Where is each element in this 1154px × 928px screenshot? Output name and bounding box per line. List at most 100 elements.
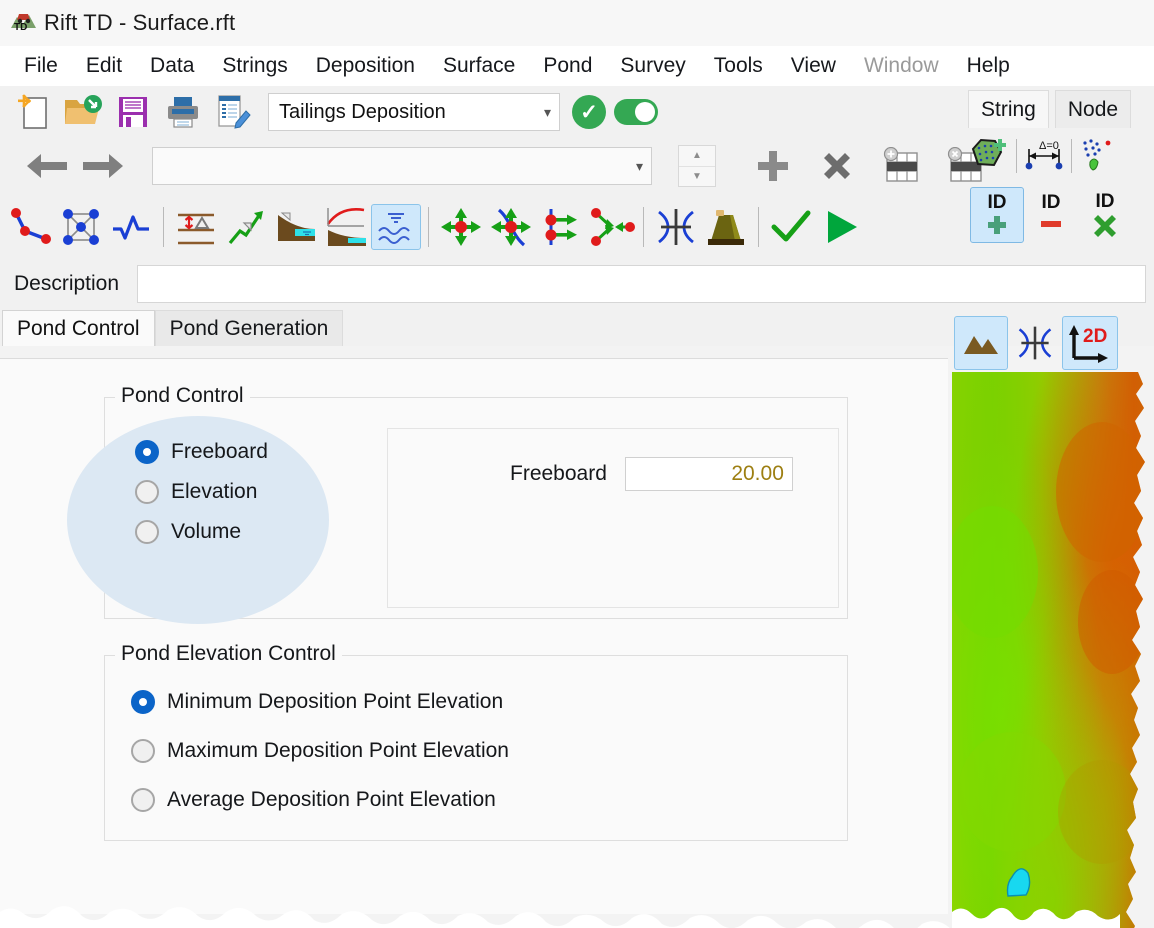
radio-avg-deposition-label: Average Deposition Point Elevation (167, 788, 496, 811)
scatter-points-icon (1083, 139, 1111, 171)
radio-min-deposition-label: Minimum Deposition Point Elevation (167, 690, 504, 713)
toolbar-separator (428, 207, 429, 247)
polygon-add-icon (971, 138, 1006, 167)
menu-strings[interactable]: Strings (208, 52, 301, 80)
profile-tool[interactable] (106, 204, 156, 250)
radio-elevation-label: Elevation (171, 480, 258, 503)
accept-button[interactable] (766, 204, 816, 250)
menu-pond[interactable]: Pond (529, 52, 606, 80)
stepper-up[interactable]: ▲ (679, 146, 715, 167)
radio-avg-deposition[interactable]: Average Deposition Point Elevation (131, 788, 509, 812)
radio-elevation[interactable]: Elevation (135, 480, 268, 504)
tab-pond-generation[interactable]: Pond Generation (154, 310, 344, 346)
embankment-tool[interactable] (701, 204, 751, 250)
forward-button[interactable] (78, 143, 128, 189)
beach-tool[interactable] (271, 204, 321, 250)
insert-row-button[interactable] (876, 143, 926, 189)
measure-tool[interactable]: Δ=0 (1021, 134, 1067, 178)
radio-volume[interactable]: Volume (135, 520, 268, 544)
pond-tool[interactable] (371, 204, 421, 250)
table-insert-row-icon (883, 147, 918, 182)
menu-deposition[interactable]: Deposition (302, 52, 429, 80)
application-window: TD Rift TD - Surface.rft File Edit Data … (0, 0, 1154, 928)
view-2d-button[interactable]: 2D (1062, 316, 1118, 370)
open-folder-icon (65, 95, 102, 124)
beach-curve-tool[interactable] (321, 204, 371, 250)
apply-button[interactable]: ✓ (564, 89, 614, 135)
radio-max-deposition-indicator (131, 739, 155, 763)
move-point-tool[interactable] (436, 204, 486, 250)
radio-freeboard[interactable]: Freeboard (135, 440, 268, 464)
intersect-tool[interactable] (651, 204, 701, 250)
arrow-right-icon (83, 154, 123, 178)
menu-help[interactable]: Help (953, 52, 1024, 80)
report-button[interactable] (208, 89, 258, 135)
embankment-icon (708, 210, 744, 245)
id-remove-button[interactable]: ID (1024, 187, 1078, 243)
menu-file[interactable]: File (10, 52, 72, 80)
description-label: Description (14, 272, 120, 295)
radio-max-deposition[interactable]: Maximum Deposition Point Elevation (131, 739, 509, 763)
menu-surface[interactable]: Surface (429, 52, 529, 80)
new-button[interactable] (8, 89, 58, 135)
freeboard-input[interactable]: 20.00 (624, 457, 793, 491)
svg-text:2D: 2D (1083, 326, 1107, 347)
print-button[interactable] (158, 89, 208, 135)
offset-points-tool[interactable] (536, 204, 586, 250)
pond-control-group: Pond Control Freeboard Elevation Volume (67, 384, 848, 624)
new-document-icon (18, 94, 47, 129)
enable-toggle[interactable] (614, 99, 658, 125)
menu-survey[interactable]: Survey (606, 52, 699, 80)
slope-arrow-icon (228, 211, 263, 245)
menu-view[interactable]: View (777, 52, 850, 80)
id-clear-text: ID (1095, 191, 1115, 212)
stepper-down[interactable]: ▼ (679, 167, 715, 187)
record-select[interactable]: ▾ (152, 147, 652, 185)
add-polygon-tool[interactable] (966, 134, 1012, 178)
toolbar-separator (163, 207, 164, 247)
tab-node[interactable]: Node (1054, 90, 1132, 128)
save-button[interactable] (108, 89, 158, 135)
menu-tools[interactable]: Tools (700, 52, 777, 80)
pond-elevation-group-title: Pond Elevation Control (115, 642, 342, 666)
menu-data[interactable]: Data (136, 52, 208, 80)
back-button[interactable] (22, 143, 72, 189)
save-floppy-icon (119, 97, 147, 127)
terrain-mountain-icon (964, 336, 998, 354)
pond-control-panel: Pond Control Freeboard Elevation Volume (0, 358, 948, 914)
string-tool[interactable] (6, 204, 56, 250)
id-clear-button[interactable]: ID (1078, 187, 1132, 243)
radio-min-deposition[interactable]: Minimum Deposition Point Elevation (131, 690, 509, 714)
view-strings-button[interactable] (1008, 316, 1062, 370)
radio-max-deposition-label: Maximum Deposition Point Elevation (167, 739, 509, 762)
waveform-icon (113, 215, 149, 240)
record-stepper[interactable]: ▲ ▼ (678, 145, 716, 187)
view-terrain-button[interactable] (954, 316, 1008, 370)
svg-text:TD: TD (14, 22, 27, 33)
branch-tool[interactable] (586, 204, 636, 250)
contour-tool[interactable] (171, 204, 221, 250)
mesh-tool[interactable] (56, 204, 106, 250)
run-button[interactable] (816, 204, 866, 250)
string-cross-icon (658, 209, 694, 245)
id-add-button[interactable]: ID (970, 187, 1024, 243)
delete-button[interactable] (812, 143, 862, 189)
menu-edit[interactable]: Edit (72, 52, 136, 80)
mode-select[interactable]: Tailings Deposition ▾ (268, 93, 560, 131)
terrain-elevation-map[interactable] (952, 372, 1154, 928)
scatter-tool[interactable] (1076, 134, 1122, 178)
water-waves-icon (378, 213, 410, 244)
open-button[interactable] (58, 89, 108, 135)
add-button[interactable] (748, 143, 798, 189)
slope-tool[interactable] (221, 204, 271, 250)
axis-2d-icon: 2D (1069, 325, 1108, 363)
mesh-network-icon (63, 209, 99, 245)
move-curve-tool[interactable] (486, 204, 536, 250)
id-minus-icon (1041, 221, 1061, 227)
arrow-left-icon (27, 154, 67, 178)
radio-volume-label: Volume (171, 520, 242, 543)
mode-select-value: Tailings Deposition (279, 100, 446, 123)
tab-string[interactable]: String (968, 90, 1049, 128)
tab-pond-control[interactable]: Pond Control (2, 310, 155, 346)
delta-zero-measure-icon: Δ=0 (1025, 140, 1063, 170)
